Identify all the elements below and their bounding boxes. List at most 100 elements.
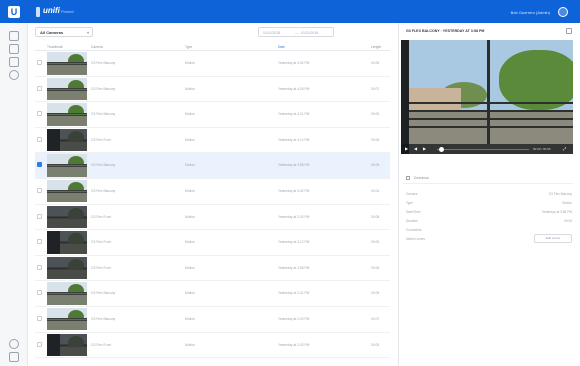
settings-icon[interactable] [9,352,19,362]
cell-date: Yesterday at 3:58 PM [278,163,310,168]
map-icon[interactable] [9,70,19,80]
cell-length: 00:05 [371,163,380,168]
row-checkbox[interactable] [37,162,42,168]
thumbnail-rail-lines [47,189,87,193]
row-checkbox[interactable] [37,60,42,65]
cell-type: Motion [185,240,195,245]
recording-thumbnail[interactable] [47,103,87,126]
table-header: Thumbnail Camera Type Date Length [35,44,390,51]
table-row[interactable]: G3 Flex Balcony Motion Yesterday at 3:58 P… [35,153,390,179]
column-header-camera[interactable]: Camera [91,45,103,49]
column-header-thumbnail[interactable]: Thumbnail [47,45,62,49]
recording-thumbnail[interactable] [47,77,87,101]
cell-date: Yesterday at 4:21 PM [278,112,310,117]
recording-thumbnail[interactable] [47,205,87,229]
thumbnail-door [47,333,60,357]
users-icon[interactable] [9,339,19,349]
table-row[interactable]: G3 Flex Balcony Motion Yesterday at 4:21 P… [35,102,390,128]
date-separator: — [295,31,299,35]
video-frame-tree [499,50,573,110]
row-checkbox[interactable] [37,187,42,193]
app-switcher-icon[interactable] [36,7,40,17]
row-checkbox[interactable] [37,315,42,321]
user-name[interactable]: Bob Guerrero (Admin) [511,10,550,15]
row-checkbox[interactable] [37,290,42,296]
cell-type: Motion [185,188,195,193]
row-checkbox[interactable] [37,85,42,91]
user-avatar-icon[interactable] [558,7,568,17]
edit-zones-button[interactable]: Edit zones [534,234,572,243]
recordings-icon[interactable] [9,44,19,54]
recording-thumbnail[interactable] [47,256,87,280]
table-row[interactable]: G3 Flex Balcony Motion Yesterday at 3:42 P… [35,179,390,205]
video-scrubber-handle[interactable] [439,146,444,152]
cell-length: 00:07 [371,86,380,91]
date-from[interactable]: 01/11/2018 [263,31,280,35]
ubiquiti-logo[interactable]: U [8,6,20,18]
thumbnail-rail-lines [47,87,87,91]
table-row[interactable]: G3 Flex Balcony Motion Yesterday at 2:41 P… [35,281,390,307]
recording-thumbnail[interactable] [47,128,87,152]
download-label: Download [414,176,429,180]
cell-camera: G3 Flex Balcony [91,61,116,65]
row-checkbox[interactable] [37,136,42,142]
thumbnail-rail-lines [47,164,87,168]
camera-filter-select[interactable]: All Cameras ▾ [35,27,93,37]
cell-length: 00:05 [371,61,380,65]
cell-date: Yesterday at 3:42 PM [278,188,310,193]
download-icon [406,176,410,180]
row-checkbox[interactable] [37,213,42,219]
cell-camera: G3 Flex Front [91,214,112,219]
cell-date: Yesterday at 4:28 PM [278,86,310,91]
table-row[interactable]: G3 Flex Front Motion Yesterday at 2:56 PM 0… [35,256,390,282]
table-row[interactable]: G3 Flex Front Motion Yesterday at 3:12 PM 0… [35,230,390,256]
column-header-type[interactable]: Type [185,45,192,49]
recording-thumbnail[interactable] [47,333,87,357]
play-icon[interactable]: ▶ [405,147,408,151]
video-scrubber[interactable] [437,148,529,150]
date-to[interactable]: 01/11/2018 [301,31,318,35]
cell-date: Yesterday at 3:12 PM [278,240,310,245]
cell-type: Motion [185,265,195,270]
row-checkbox[interactable] [37,111,42,117]
cell-camera: G3 Flex Front [91,265,112,270]
video-player[interactable]: ▶ ◀ ▶ 00:00 / 00:05 ⤢ [401,40,573,154]
cell-type: Motion [185,137,195,142]
row-checkbox[interactable] [37,239,42,245]
fullscreen-icon[interactable]: ⤢ [563,147,566,151]
cell-camera: G3 Flex Balcony [91,86,116,91]
download-button[interactable]: Download [403,174,573,184]
cell-length: 00:05 [371,112,380,117]
recording-thumbnail[interactable] [47,307,87,331]
recording-thumbnail[interactable] [47,231,87,254]
rewind-icon[interactable]: ◀ [414,147,417,151]
row-checkbox[interactable] [37,264,42,270]
recording-thumbnail[interactable] [47,179,87,203]
table-row[interactable]: G3 Flex Front Motion Yesterday at 3:30 PM 0… [35,205,390,231]
recording-detail-panel: G3 FLEX BALCONY · YESTERDAY AT 3:58 PM ▶… [398,23,580,366]
thumbnail-ground [47,167,87,177]
detail-value: Yesterday at 3:58 PM [541,210,572,214]
column-header-length[interactable]: Length [371,45,381,49]
table-row[interactable]: G3 Flex Front Motion Yesterday at 4:14 PM 0… [35,128,390,154]
column-header-date[interactable]: Date [278,45,285,49]
table-row[interactable]: G3 Flex Balcony Motion Yesterday at 2:20 P… [35,307,390,333]
recording-thumbnail[interactable] [47,282,87,305]
table-row[interactable]: G3 Flex Balcony Motion Yesterday at 4:28 P… [35,77,390,103]
row-checkbox[interactable] [37,341,42,347]
table-row[interactable]: G3 Flex Front Motion Yesterday at 2:03 PM 0… [35,333,390,359]
thumbnail-ground [47,269,87,280]
forward-icon[interactable]: ▶ [423,147,426,151]
chevron-down-icon: ▾ [86,30,89,35]
detail-label: Duration [406,219,419,223]
detail-motion-zones: Motion zones Edit zones [406,234,572,245]
date-range-picker[interactable]: 01/11/2018 — 01/11/2018 [258,27,334,37]
cell-length: 00:05 [371,291,380,296]
recording-thumbnail[interactable] [47,52,87,75]
close-panel-icon[interactable] [566,28,572,34]
live-view-icon[interactable] [9,31,19,41]
table-row[interactable]: G3 Flex Balcony Motion Yesterday at 4:32 P… [35,51,390,77]
recording-thumbnail[interactable] [47,154,87,177]
devices-icon[interactable] [9,57,19,67]
video-frame-railing [409,126,573,128]
